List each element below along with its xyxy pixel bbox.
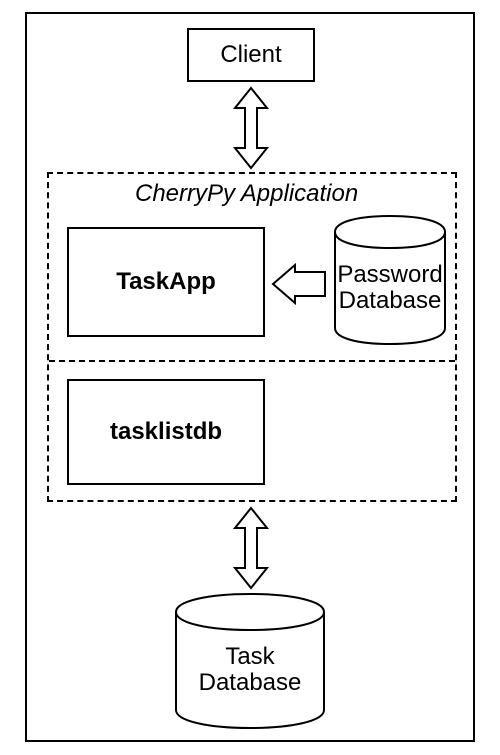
outer-frame: Client CherryPy Application TaskApp (25, 12, 475, 742)
taskdb-label-2: Database (199, 669, 302, 696)
group-title: CherryPy Application (135, 180, 358, 208)
group-divider (49, 360, 455, 362)
group-cherrypy-app: CherryPy Application TaskApp Password Da… (47, 172, 457, 502)
node-client: Client (187, 28, 315, 82)
node-taskapp: TaskApp (67, 227, 265, 337)
node-tasklistdb: tasklistdb (67, 379, 265, 485)
tasklistdb-label: tasklistdb (110, 419, 222, 445)
taskapp-label: TaskApp (116, 269, 216, 295)
pwdb-label-2: Database (339, 287, 442, 314)
node-task-db: Task Database (172, 592, 328, 730)
arrow-pwdb-taskapp (271, 263, 327, 305)
pwdb-label-1: Password (337, 261, 442, 288)
arrow-client-app (223, 86, 279, 170)
taskdb-label-1: Task (225, 643, 274, 670)
node-password-db: Password Database (331, 214, 449, 346)
client-label: Client (220, 42, 281, 68)
diagram-stage: Client CherryPy Application TaskApp (0, 0, 500, 755)
arrow-app-taskdb (223, 506, 279, 590)
